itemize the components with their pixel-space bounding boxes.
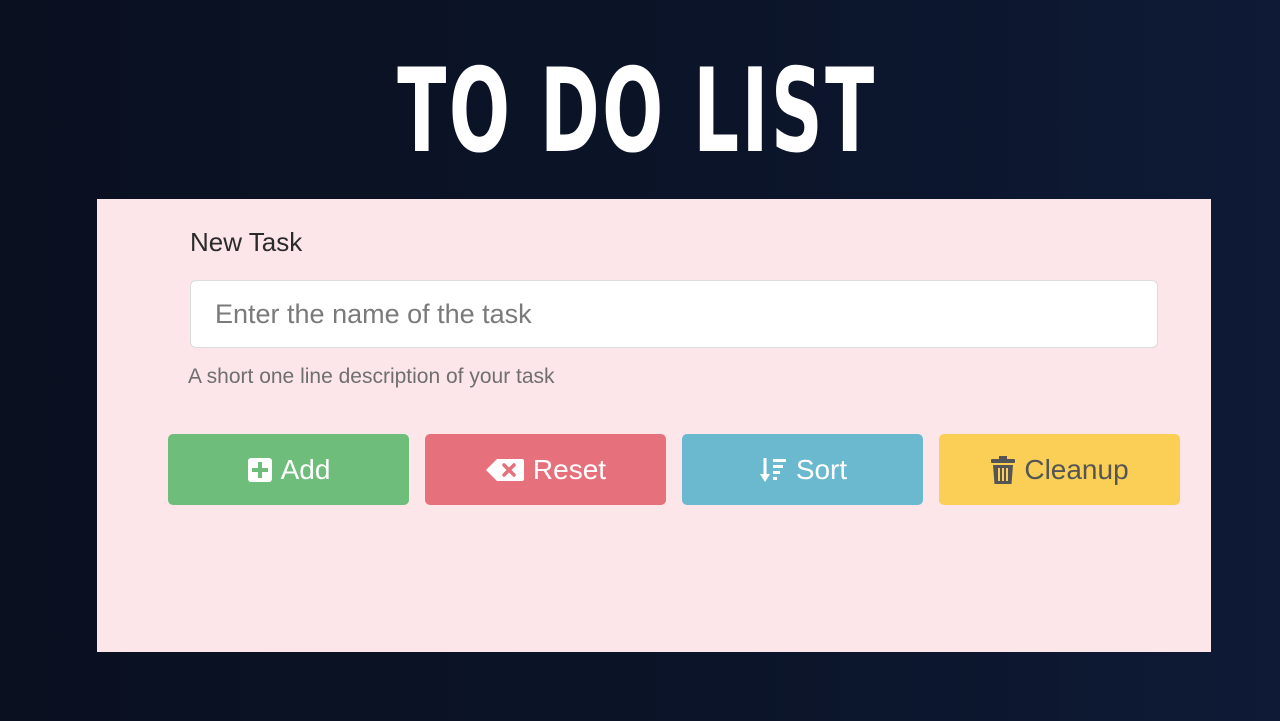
sort-button-label: Sort: [795, 453, 848, 485]
sort-down-icon: [758, 455, 788, 485]
task-name-field[interactable]: [190, 280, 1158, 348]
reset-button-label: Reset: [532, 453, 607, 485]
trash-icon: [990, 455, 1016, 485]
todo-form-panel: New Task A short one line description of…: [97, 199, 1211, 652]
cleanup-button-label: Cleanup: [1024, 453, 1129, 485]
new-task-label: New Task: [190, 227, 303, 257]
task-help-text: A short one line description of your tas…: [188, 365, 555, 388]
page-title: TO DO LIST: [397, 44, 877, 179]
add-button[interactable]: Add: [168, 434, 409, 505]
plus-square-icon: [247, 457, 273, 483]
task-name-input[interactable]: [191, 281, 1157, 347]
reset-button[interactable]: Reset: [425, 434, 666, 505]
cleanup-button[interactable]: Cleanup: [939, 434, 1180, 505]
sort-button[interactable]: Sort: [682, 434, 923, 505]
backspace-icon: [485, 458, 525, 482]
add-button-label: Add: [280, 453, 331, 485]
